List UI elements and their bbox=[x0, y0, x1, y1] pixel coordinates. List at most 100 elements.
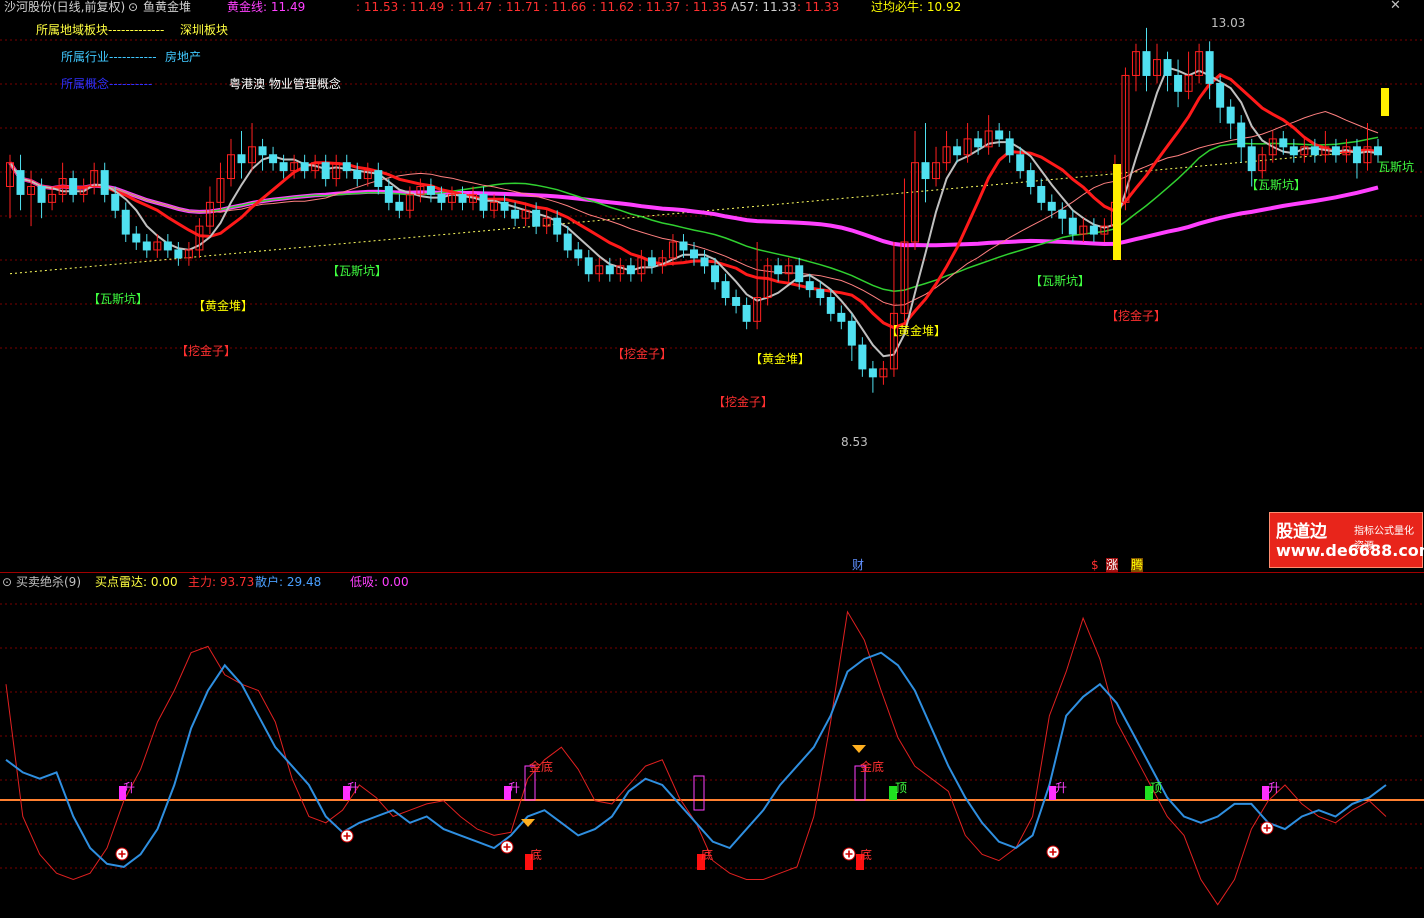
jindi-box bbox=[693, 775, 705, 811]
watermark-name: 股道边 bbox=[1276, 522, 1327, 542]
candle-body bbox=[700, 257, 709, 267]
concept-value: 粤港澳 物业管理概念 bbox=[229, 77, 341, 91]
candle-body bbox=[437, 193, 446, 203]
indicator-name[interactable]: 鱼黄金堆 bbox=[143, 0, 191, 14]
candle-body bbox=[479, 193, 488, 211]
pane-divider[interactable] bbox=[0, 572, 1424, 573]
wasikeng-label-4: 【瓦斯坑】 bbox=[1246, 178, 1307, 192]
value-4: : 11.71 bbox=[498, 0, 541, 14]
candle-body bbox=[1289, 146, 1298, 156]
zhuli-value: 主力: 93.73 bbox=[188, 575, 255, 589]
sheng-label-4: 升 bbox=[1055, 781, 1068, 795]
candle-body bbox=[563, 233, 572, 251]
watermark-banner[interactable]: 股道边 指标公式量化资源 www.de6688.com bbox=[1269, 512, 1424, 568]
candle-body bbox=[816, 289, 825, 299]
candle-body bbox=[353, 170, 362, 180]
candle-body bbox=[1226, 106, 1235, 124]
industry-label: 所属行业----------- bbox=[61, 50, 157, 64]
candle-body bbox=[532, 209, 541, 227]
candle-body bbox=[1089, 225, 1098, 235]
candle-body bbox=[626, 265, 635, 275]
zhang-marker: 涨 bbox=[1106, 558, 1119, 572]
candle-body bbox=[237, 154, 246, 164]
di-label-3: 底 bbox=[860, 848, 873, 862]
di-label-1: 底 bbox=[530, 848, 543, 862]
teng-marker: 腾 bbox=[1131, 558, 1144, 572]
value-9: : 11.33 bbox=[797, 0, 840, 14]
di-label-2: 底 bbox=[701, 848, 714, 862]
candle-body bbox=[269, 154, 278, 164]
buy-radar-value: 买点雷达: 0.00 bbox=[95, 575, 178, 589]
wasikeng-label-3: 【瓦斯坑】 bbox=[1030, 274, 1091, 288]
wajinzi-label-3: 【挖金子】 bbox=[713, 395, 774, 409]
candle-body bbox=[1058, 209, 1067, 219]
huangjindui-label-2: 【黄金堆】 bbox=[750, 352, 811, 366]
candle-body bbox=[1005, 138, 1014, 156]
candle-body bbox=[1068, 217, 1077, 235]
candle-body bbox=[742, 304, 751, 322]
sheng-label-5: 升 bbox=[1268, 781, 1281, 795]
candle-body bbox=[69, 178, 78, 195]
industry-value: 房地产 bbox=[165, 50, 202, 64]
ding-label-1: 顶 bbox=[895, 781, 908, 795]
candle-body bbox=[1163, 59, 1172, 76]
candle-body bbox=[868, 368, 877, 378]
value-3: : 11.47 bbox=[450, 0, 493, 14]
candle-body bbox=[647, 257, 656, 267]
sub-dropdown-icon[interactable]: ⊙ bbox=[2, 575, 12, 589]
candle-body bbox=[100, 170, 109, 195]
stock-title[interactable]: 沙河股份(日线,前复权) bbox=[4, 0, 125, 14]
sheng-label-1: 升 bbox=[123, 781, 136, 795]
sub-chart[interactable] bbox=[0, 586, 1424, 918]
candle-body bbox=[1247, 146, 1256, 172]
candle-body bbox=[953, 146, 962, 156]
candle-body bbox=[16, 170, 25, 195]
wasikeng-label-2: 【瓦斯坑】 bbox=[327, 264, 388, 278]
huangjindui-label-1: 【黄金堆】 bbox=[193, 299, 254, 313]
huangjinxian-value: 黄金线: 11.49 bbox=[227, 0, 306, 14]
red-ma-line bbox=[8, 72, 1379, 330]
candle-body bbox=[142, 241, 151, 251]
main-chart[interactable] bbox=[0, 12, 1424, 572]
sheng-label-3: 升 bbox=[508, 781, 521, 795]
candle-body bbox=[426, 185, 435, 195]
candle-body bbox=[1237, 122, 1246, 148]
candle-body bbox=[342, 162, 351, 172]
candle-body bbox=[1174, 74, 1183, 92]
candle-body bbox=[374, 170, 383, 187]
candle-body bbox=[500, 201, 509, 211]
sub-indicator-name[interactable]: 买卖绝杀(9) bbox=[16, 575, 81, 589]
dollar-marker: $ bbox=[1091, 558, 1099, 572]
region-label: 所属地域板块------------- bbox=[36, 23, 165, 37]
candle-body bbox=[921, 162, 930, 180]
value-8: : 11.35 bbox=[685, 0, 728, 14]
candle-body bbox=[837, 312, 846, 322]
candle-body bbox=[805, 281, 814, 291]
candle-body bbox=[1205, 51, 1214, 84]
magenta-ma-line bbox=[8, 161, 1379, 248]
candle-body bbox=[321, 162, 330, 180]
cai-marker: 财 bbox=[852, 558, 865, 572]
candle-body bbox=[605, 265, 614, 275]
candle-body bbox=[279, 162, 288, 172]
dropdown-icon[interactable]: ⊙ bbox=[128, 0, 138, 14]
candle-body bbox=[1331, 146, 1340, 156]
candle-body bbox=[1026, 170, 1035, 187]
sheng-label-2: 升 bbox=[347, 781, 360, 795]
candle-body bbox=[553, 217, 562, 235]
candle-body bbox=[847, 320, 856, 346]
green-ma-line bbox=[9, 136, 1379, 292]
jindi-label-1: 金底 bbox=[529, 760, 554, 774]
candle-body bbox=[111, 193, 120, 211]
candle-body bbox=[1047, 201, 1056, 211]
candle-body bbox=[458, 193, 467, 203]
close-icon[interactable]: ✕ bbox=[1390, 0, 1401, 13]
sanhu-line bbox=[5, 651, 1387, 868]
high-price-label: 13.03 bbox=[1211, 16, 1246, 30]
candle-body bbox=[690, 249, 698, 259]
candle-body bbox=[574, 249, 583, 259]
candle-body bbox=[732, 297, 741, 306]
candle-body bbox=[826, 297, 835, 314]
candle-body bbox=[584, 257, 593, 275]
candle-body bbox=[1352, 146, 1361, 164]
